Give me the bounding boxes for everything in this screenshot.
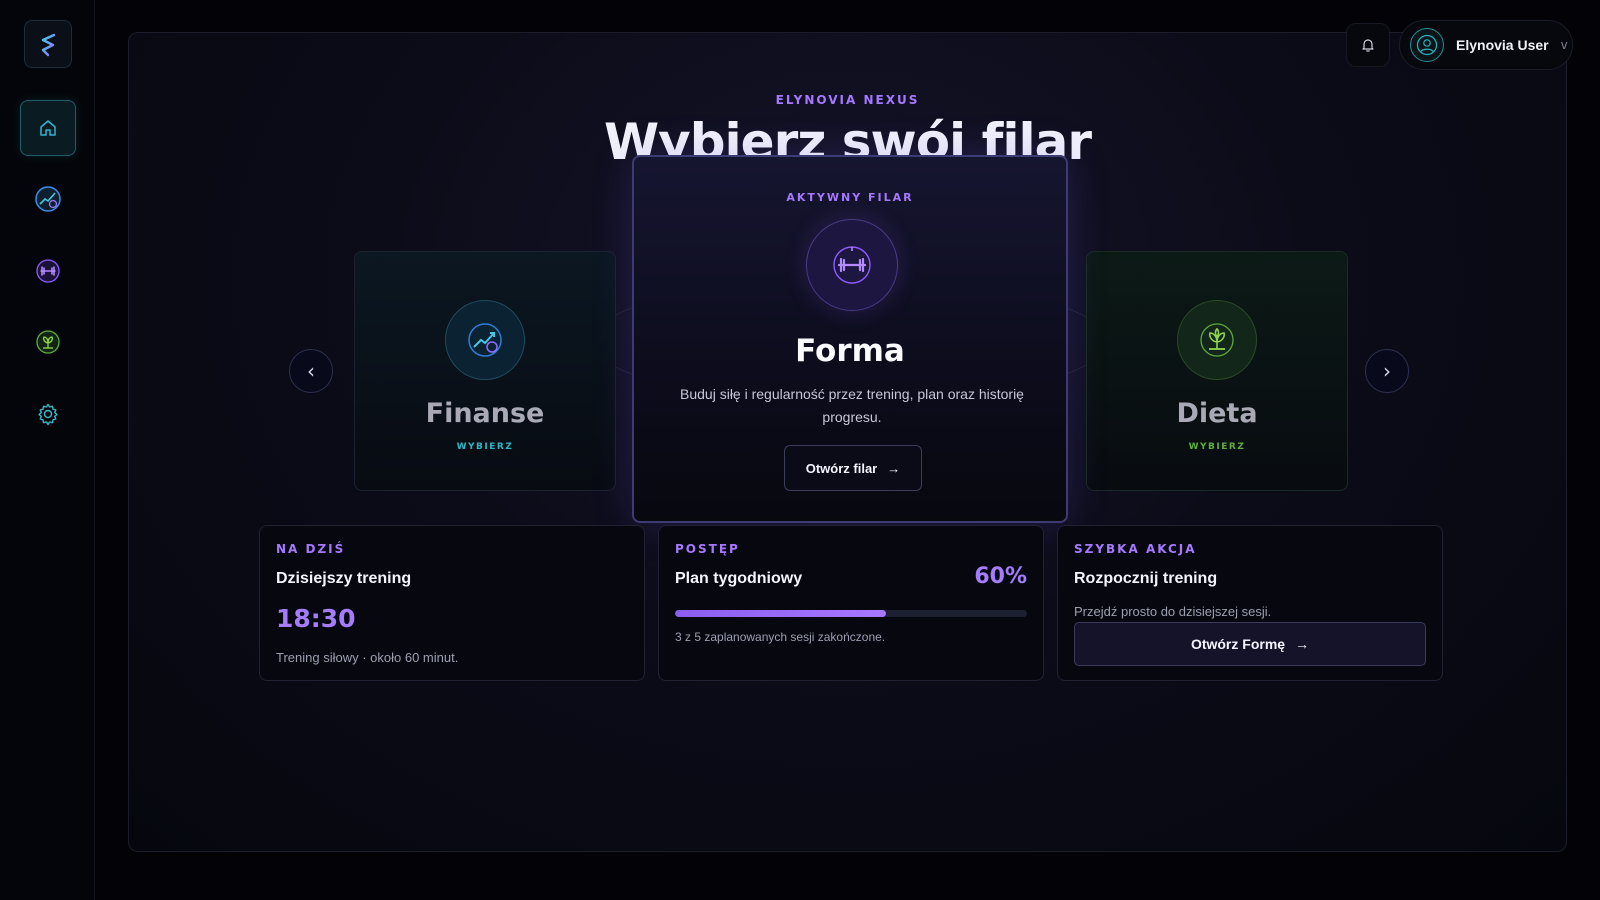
quick-eyebrow: SZYBKA AKCJA <box>1074 542 1197 556</box>
brand-logo[interactable] <box>24 20 72 68</box>
progress-title: Plan tygodniowy <box>675 570 803 587</box>
pillar-select-finance: WYBIERZ <box>456 442 514 452</box>
main-panel: ELYNOVIA NEXUS Wybierz swój filar Finans… <box>128 32 1567 852</box>
progress-percent: 60% <box>974 564 1027 589</box>
today-title: Dzisiejszy trening <box>276 570 412 587</box>
pillar-title-finance: Finanse <box>425 398 545 429</box>
quick-desc: Przejdź prosto do dzisiejszej sesji. <box>1074 604 1272 619</box>
sidebar-item-fitness[interactable] <box>20 243 76 299</box>
open-pillar-label: Otwórz filar <box>805 460 878 476</box>
quick-title: Rozpocznij trening <box>1074 570 1218 587</box>
sidebar-item-home[interactable] <box>20 100 76 156</box>
bell-icon <box>1362 39 1374 52</box>
carousel-next-button[interactable]: › <box>1365 349 1409 393</box>
diet-pillar-icon <box>1177 300 1257 380</box>
gear-icon <box>38 403 58 426</box>
sidebar-item-settings[interactable] <box>20 386 76 442</box>
pillar-card-finance[interactable]: Finanse WYBIERZ <box>354 251 616 491</box>
home-icon <box>40 120 56 136</box>
avatar <box>1410 28 1444 62</box>
user-name: Elynovia User <box>1456 37 1549 53</box>
progress-note: 3 z 5 zaplanowanych sesji zakończone. <box>675 630 886 644</box>
brand-s-logo-icon <box>41 31 56 58</box>
open-pillar-button[interactable]: Otwórz filar → <box>784 445 922 491</box>
chevron-left-icon: ‹ <box>307 359 315 383</box>
today-eyebrow: NA DZIŚ <box>276 542 346 556</box>
sidebar-item-finance[interactable] <box>20 171 76 227</box>
progress-bar-fill <box>675 610 887 617</box>
progress-eyebrow: POSTĘP <box>675 542 740 556</box>
carousel-prev-button[interactable]: ‹ <box>289 349 333 393</box>
leaf-icon <box>36 330 60 354</box>
arrow-right-icon: → <box>887 460 901 476</box>
active-pillar-description: Buduj siłę i regularność przez trening, … <box>680 386 1024 425</box>
arrow-right-icon: → <box>1295 636 1310 652</box>
brand-eyebrow: ELYNOVIA NEXUS <box>775 93 920 107</box>
dumbbell-icon <box>806 219 898 311</box>
chevron-right-icon: › <box>1383 359 1391 383</box>
user-icon <box>1416 34 1438 56</box>
quick-action-card: SZYBKA AKCJA Rozpocznij trening Przejdź … <box>1057 525 1443 681</box>
today-note: Trening siłowy · około 60 minut. <box>276 650 459 665</box>
finance-pillar-icon <box>445 300 525 380</box>
user-menu-button[interactable]: Elynovia User v <box>1399 20 1573 70</box>
open-forma-button[interactable]: Otwórz Formę → <box>1074 622 1426 666</box>
pillar-select-diet: WYBIERZ <box>1188 442 1246 452</box>
pillar-title-diet: Dieta <box>1176 398 1258 429</box>
sidebar-item-diet[interactable] <box>20 314 76 370</box>
chevron-down-icon: v <box>1560 38 1568 52</box>
sidebar <box>0 0 95 900</box>
open-forma-label: Otwórz Formę <box>1190 636 1286 652</box>
active-pillar-eyebrow: AKTYWNY FILAR <box>786 191 914 204</box>
active-pillar-title: Forma <box>795 333 905 369</box>
today-time: 18:30 <box>276 604 356 633</box>
finance-chart-icon <box>35 186 61 212</box>
pillar-card-diet[interactable]: Dieta WYBIERZ <box>1086 251 1348 491</box>
progress-card: POSTĘP Plan tygodniowy 60% 3 z 5 zaplano… <box>658 525 1044 681</box>
today-card: NA DZIŚ Dzisiejszy trening 18:30 Trening… <box>259 525 645 681</box>
dumbbell-icon <box>36 259 60 283</box>
progress-bar <box>675 610 1027 617</box>
notifications-button[interactable] <box>1346 23 1390 67</box>
pillar-card-active-forma: AKTYWNY FILAR Forma Buduj siłę i regular… <box>632 155 1068 523</box>
